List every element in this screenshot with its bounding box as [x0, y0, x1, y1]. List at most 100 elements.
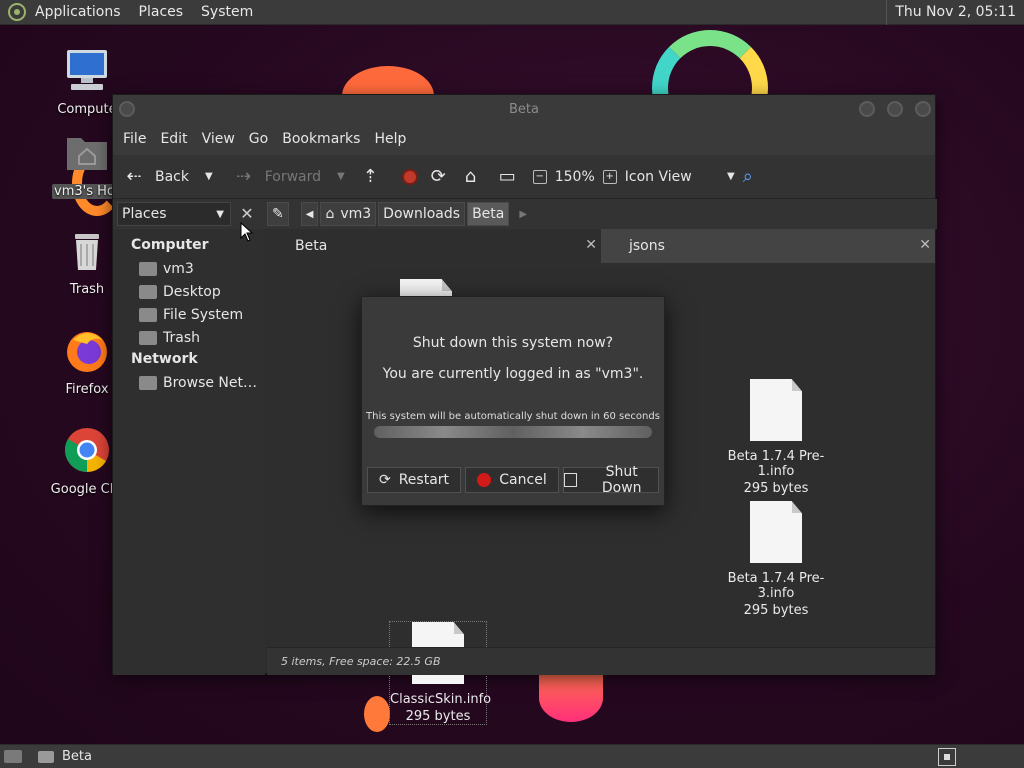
file-name: ClassicSkin.info — [390, 692, 492, 707]
places-sidebar: Computer vm3 Desktop File System Trash N… — [113, 229, 265, 675]
trash-icon — [75, 234, 99, 270]
edit-location-icon[interactable]: ✎ — [267, 202, 289, 226]
menu-view[interactable]: View — [195, 131, 242, 147]
sidebar-type-label: Places — [122, 206, 167, 222]
bottom-panel: Beta — [0, 744, 1024, 768]
status-bar: 5 items, Free space: 22.5 GB — [267, 647, 935, 675]
close-tab-icon[interactable]: ✕ — [919, 237, 931, 253]
desktop-icon — [139, 284, 157, 299]
restart-button[interactable]: ⟳ Restart — [367, 467, 461, 493]
distro-logo-icon[interactable] — [8, 3, 26, 21]
file-item[interactable]: Beta 1.7.4 Pre-3.info 295 bytes — [715, 501, 837, 618]
tab-jsons[interactable]: jsons ✕ — [601, 229, 935, 263]
close-window-button[interactable] — [915, 101, 931, 117]
file-document-icon — [750, 379, 802, 441]
sidebar-item-trash[interactable]: Trash — [113, 326, 265, 349]
close-tab-icon[interactable]: ✕ — [585, 237, 597, 253]
view-mode-chevron-down-icon: ▼ — [727, 171, 735, 182]
tab-beta[interactable]: Beta ✕ — [267, 229, 601, 263]
drive-icon — [139, 307, 157, 322]
file-name: Beta 1.7.4 Pre-3.info — [727, 571, 825, 601]
tab-bar: Beta ✕ jsons ✕ — [267, 229, 935, 263]
menu-places[interactable]: Places — [130, 4, 193, 20]
sidebar-item-label: Trash — [163, 329, 200, 346]
menu-go[interactable]: Go — [242, 131, 275, 147]
wallpaper-shape-pink — [539, 674, 603, 722]
taskbar-item-label: Beta — [62, 749, 92, 764]
dialog-logged-in-text: You are currently logged in as "vm3". — [382, 366, 644, 382]
window-menu-button[interactable] — [119, 101, 135, 117]
file-size: 295 bytes — [743, 481, 809, 496]
up-arrow-icon[interactable]: ⇡ — [363, 166, 389, 187]
maximize-button[interactable] — [887, 101, 903, 117]
file-name: Beta 1.7.4 Pre-1.info — [727, 449, 825, 479]
forward-button[interactable]: ⇢ Forward ▼ — [231, 166, 345, 187]
sidebar-item-label: Browse Net… — [163, 374, 258, 391]
forward-history-chevron-icon[interactable]: ▼ — [337, 171, 345, 182]
tab-label: jsons — [629, 238, 665, 254]
home-icon[interactable]: ⌂ — [465, 166, 491, 187]
menu-file[interactable]: File — [116, 131, 153, 147]
breadcrumb-beta[interactable]: Beta — [467, 202, 510, 226]
restart-label: Restart — [398, 472, 450, 488]
window-title: Beta — [509, 101, 539, 117]
breadcrumb-right-icon[interactable]: ▶ — [519, 209, 527, 220]
breadcrumb-vm3[interactable]: ⌂ vm3 — [320, 202, 377, 226]
computer-icon[interactable]: ▭ — [499, 166, 525, 187]
sidebar-item-desktop[interactable]: Desktop — [113, 280, 265, 303]
location-bar: Places ▼ ✕ ✎ ◀ ⌂ vm3 Downloads Beta ▶ — [113, 199, 937, 229]
dialog-buttons: ⟳ Restart Cancel Shut Down — [362, 464, 664, 496]
back-button[interactable]: ⇠ Back ▼ — [121, 166, 213, 187]
back-label: Back — [155, 168, 189, 185]
zoom-out-icon[interactable]: − — [532, 169, 547, 184]
close-sidebar-icon[interactable]: ✕ — [237, 204, 257, 224]
breadcrumb-label: vm3 — [340, 206, 372, 222]
chevron-down-icon: ▼ — [216, 208, 224, 220]
forward-label: Forward — [264, 168, 322, 185]
breadcrumb-downloads[interactable]: Downloads — [378, 202, 466, 226]
minimize-button[interactable] — [859, 101, 875, 117]
chrome-icon — [65, 428, 109, 472]
file-item[interactable]: Beta 1.7.4 Pre-1.info 295 bytes — [715, 379, 837, 496]
shutdown-progress-bar — [374, 426, 652, 438]
firefox-icon — [67, 332, 107, 372]
stop-icon[interactable] — [397, 168, 423, 185]
view-mode-label: Icon View — [624, 168, 692, 185]
file-size: 295 bytes — [405, 709, 471, 724]
stop-icon — [477, 473, 492, 487]
show-desktop-icon[interactable] — [4, 750, 22, 763]
zoom-in-icon[interactable]: + — [602, 169, 617, 184]
top-panel: Applications Places System Thu Nov 2, 05… — [0, 0, 1024, 25]
sidebar-item-vm3[interactable]: vm3 — [113, 257, 265, 280]
network-icon — [139, 375, 157, 390]
menu-help[interactable]: Help — [367, 131, 413, 147]
view-mode-select[interactable]: Icon View ▼ — [625, 169, 735, 185]
menu-bookmarks[interactable]: Bookmarks — [275, 131, 367, 147]
menu-system[interactable]: System — [192, 4, 262, 20]
trash-icon — [139, 330, 157, 345]
wallpaper-shape-drop — [364, 696, 390, 732]
window-titlebar[interactable]: Beta — [113, 95, 935, 123]
file-document-icon — [750, 501, 802, 563]
search-icon[interactable]: ⌕ — [743, 166, 769, 187]
sidebar-header-network: Network — [131, 351, 198, 367]
shutdown-icon — [564, 473, 578, 487]
sidebar-item-label: File System — [163, 306, 244, 323]
toolbar: ⇠ Back ▼ ⇢ Forward ▼ ⇡ ⟳ ⌂ ▭ − 150% + Ic… — [113, 155, 935, 199]
workspace-switcher[interactable] — [938, 748, 956, 766]
shutdown-button[interactable]: Shut Down — [563, 464, 659, 496]
reload-icon[interactable]: ⟳ — [431, 166, 457, 187]
breadcrumb-left-icon[interactable]: ◀ — [300, 202, 319, 226]
taskbar-item-beta[interactable]: Beta — [38, 749, 92, 764]
sidebar-type-select[interactable]: Places ▼ — [117, 202, 231, 226]
sidebar-item-browse-network[interactable]: Browse Net… — [113, 371, 265, 394]
menu-edit[interactable]: Edit — [153, 131, 194, 147]
shutdown-dialog: Shut down this system now? You are curre… — [361, 296, 665, 506]
menu-applications[interactable]: Applications — [26, 4, 130, 20]
clock[interactable]: Thu Nov 2, 05:11 — [886, 0, 1024, 25]
back-history-chevron-icon[interactable]: ▼ — [205, 171, 213, 182]
cancel-button[interactable]: Cancel — [465, 467, 559, 493]
dialog-timer-text: This system will be automatically shut d… — [366, 411, 660, 422]
home-icon — [139, 261, 157, 276]
sidebar-item-file-system[interactable]: File System — [113, 303, 265, 326]
